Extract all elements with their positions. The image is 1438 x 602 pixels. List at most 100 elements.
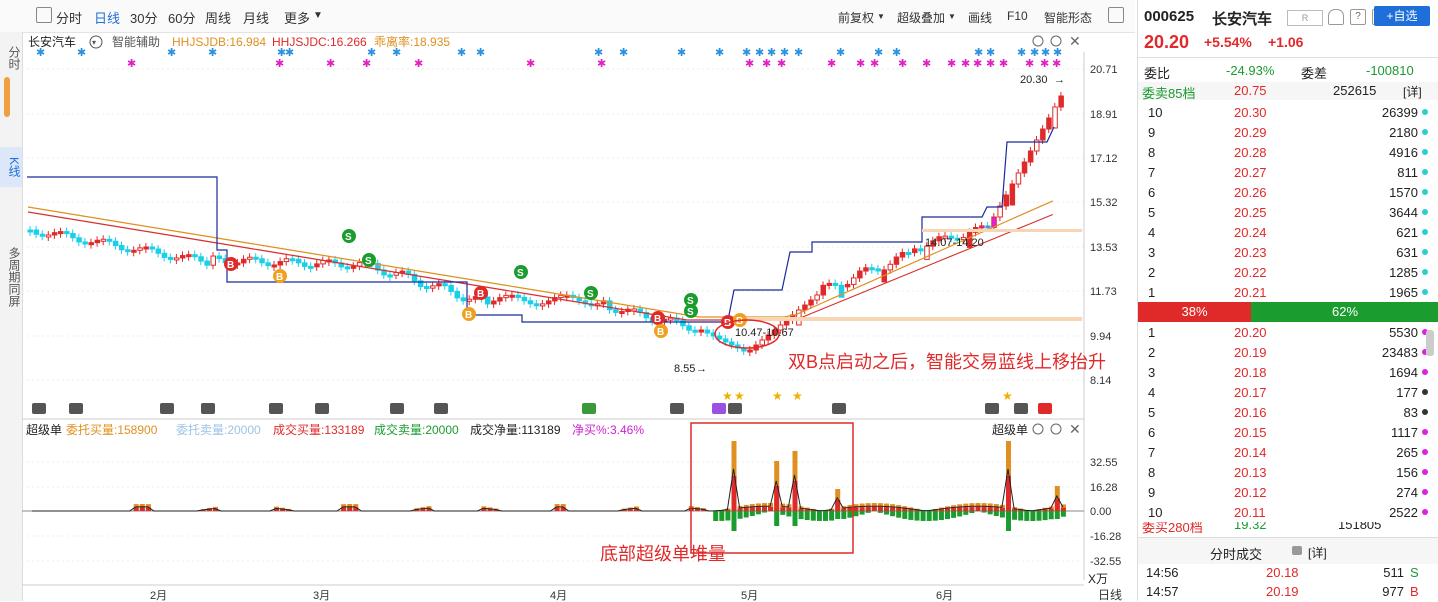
sidebar-tab-multi-period[interactable]: 多周期同屏 bbox=[0, 227, 22, 327]
candle bbox=[71, 234, 76, 238]
deal-sell-bar bbox=[780, 511, 785, 515]
event-icon[interactable] bbox=[269, 403, 283, 414]
event-icon[interactable] bbox=[160, 403, 174, 414]
bell-icon[interactable] bbox=[1328, 9, 1344, 25]
ratio-buy-bar: 38% bbox=[1138, 302, 1251, 322]
menu-pattern[interactable]: 智能形态 bbox=[1044, 9, 1092, 26]
candle bbox=[870, 268, 875, 270]
sell-row[interactable]: 720.27811 bbox=[1138, 163, 1428, 183]
tab-30min[interactable]: 30分 bbox=[130, 8, 157, 27]
tab-more[interactable]: 更多 bbox=[284, 8, 310, 27]
legend-deal-net: 成交净量:113189 bbox=[470, 422, 561, 437]
event-icon[interactable] bbox=[390, 403, 404, 414]
candle bbox=[906, 253, 911, 255]
sell-row[interactable]: 1020.3026399 bbox=[1138, 103, 1428, 123]
high-price-label: 20.30 bbox=[1020, 74, 1048, 86]
event-icon[interactable] bbox=[1014, 403, 1028, 414]
ratio-sell-label: 62% bbox=[1332, 304, 1358, 319]
star-icon: ✱ bbox=[362, 58, 371, 70]
tick-side: B bbox=[1410, 584, 1419, 599]
buy-row[interactable]: 220.1923483 bbox=[1138, 343, 1428, 363]
panel-toggle-icon[interactable] bbox=[1108, 7, 1124, 23]
close-icon[interactable]: ✕ bbox=[1069, 421, 1081, 437]
candle bbox=[998, 206, 1003, 217]
close-icon[interactable]: ✕ bbox=[1069, 33, 1081, 49]
menu-fuquan[interactable]: 前复权 bbox=[838, 9, 874, 26]
tab-fenshi[interactable]: 分时 bbox=[56, 8, 82, 27]
buy-row[interactable]: 720.14265 bbox=[1138, 443, 1428, 463]
scroll-handle[interactable] bbox=[4, 77, 10, 117]
tab-daily[interactable]: 日线 bbox=[94, 8, 120, 27]
buy-row[interactable]: 120.205530 bbox=[1138, 323, 1428, 343]
settings-icon[interactable] bbox=[1033, 424, 1043, 434]
buy-row[interactable]: 320.181694 bbox=[1138, 363, 1428, 383]
tab-monthly[interactable]: 月线 bbox=[243, 8, 269, 27]
candle bbox=[187, 255, 192, 257]
checkbox-icon[interactable] bbox=[36, 7, 52, 23]
kline-chart[interactable]: 长安汽车 ▾ 智能辅助 HHJSJDB:16.984 HHJSJDC:16.26… bbox=[22, 32, 1135, 601]
volume: 621 bbox=[1396, 225, 1418, 240]
sell-row[interactable]: 520.253644 bbox=[1138, 203, 1428, 223]
event-icon[interactable] bbox=[582, 403, 596, 414]
buy-row[interactable]: 820.13156 bbox=[1138, 463, 1428, 483]
ticks-detail-link[interactable]: [详] bbox=[1308, 544, 1327, 561]
event-icon[interactable] bbox=[32, 403, 46, 414]
detail-link[interactable]: [详] bbox=[1403, 83, 1422, 100]
buy-row[interactable]: 920.12274 bbox=[1138, 483, 1428, 503]
y-tick: 20.71 bbox=[1090, 64, 1118, 76]
buy-row[interactable]: 1020.112522 bbox=[1138, 503, 1428, 523]
event-icon[interactable] bbox=[728, 403, 742, 414]
menu-f10[interactable]: F10 bbox=[1007, 9, 1028, 23]
help-icon[interactable] bbox=[1051, 36, 1061, 46]
event-icon[interactable] bbox=[712, 403, 726, 414]
deal-sell-bar bbox=[854, 511, 859, 516]
candle bbox=[669, 318, 674, 320]
menu-draw[interactable]: 画线 bbox=[968, 9, 992, 26]
question-icon[interactable]: ? bbox=[1350, 9, 1366, 25]
event-icon[interactable] bbox=[985, 403, 999, 414]
event-icon[interactable] bbox=[1038, 403, 1052, 414]
sell-row[interactable]: 920.292180 bbox=[1138, 123, 1428, 143]
event-icon[interactable] bbox=[201, 403, 215, 414]
event-icon[interactable] bbox=[832, 403, 846, 414]
deal-buy-bar bbox=[762, 507, 767, 511]
period-label[interactable]: 日线 bbox=[1098, 588, 1122, 601]
sell-row[interactable]: 120.211965 bbox=[1138, 283, 1428, 303]
event-icon[interactable] bbox=[670, 403, 684, 414]
candle bbox=[467, 299, 472, 301]
level: 7 bbox=[1148, 165, 1155, 180]
star-icon: ✱ bbox=[677, 47, 686, 59]
buy-row[interactable]: 620.151117 bbox=[1138, 423, 1428, 443]
scrollbar[interactable] bbox=[1426, 330, 1434, 356]
sell-row[interactable]: 620.261570 bbox=[1138, 183, 1428, 203]
star-icon: ✱ bbox=[597, 58, 606, 70]
deal-sell-bar bbox=[713, 511, 718, 521]
tab-60min[interactable]: 60分 bbox=[168, 8, 195, 27]
sidebar-tab-fenshi[interactable]: 分时 bbox=[0, 38, 22, 78]
sidebar-tab-kline[interactable]: K线 bbox=[0, 147, 22, 187]
deal-sell-bar bbox=[1012, 511, 1017, 520]
event-icon[interactable] bbox=[69, 403, 83, 414]
sell-row[interactable]: 420.24621 bbox=[1138, 223, 1428, 243]
add-watchlist-button[interactable]: +自选 bbox=[1374, 6, 1430, 26]
star-icon: ✱ bbox=[208, 47, 217, 59]
change-amount: +1.06 bbox=[1268, 34, 1303, 50]
buy-row[interactable]: 520.1683 bbox=[1138, 403, 1428, 423]
settings-icon[interactable] bbox=[1033, 36, 1043, 46]
event-icon[interactable] bbox=[434, 403, 448, 414]
tab-weekly[interactable]: 周线 bbox=[205, 8, 231, 27]
help-icon[interactable] bbox=[1051, 424, 1061, 434]
candle bbox=[900, 253, 905, 258]
sell-row[interactable]: 320.23631 bbox=[1138, 243, 1428, 263]
buy-row[interactable]: 420.17177 bbox=[1138, 383, 1428, 403]
indicator-label[interactable]: 智能辅助 bbox=[112, 34, 160, 49]
sell-row[interactable]: 220.221285 bbox=[1138, 263, 1428, 283]
lock-icon[interactable] bbox=[1292, 546, 1302, 555]
sell-row[interactable]: 820.284916 bbox=[1138, 143, 1428, 163]
volume: 4916 bbox=[1389, 145, 1418, 160]
event-icon[interactable] bbox=[315, 403, 329, 414]
chevron-down-icon[interactable]: ▼ bbox=[313, 10, 323, 21]
deal-sell-bar bbox=[1006, 511, 1011, 531]
deal-sell-bar bbox=[884, 511, 889, 515]
menu-overlay[interactable]: 超级叠加 bbox=[897, 9, 945, 26]
